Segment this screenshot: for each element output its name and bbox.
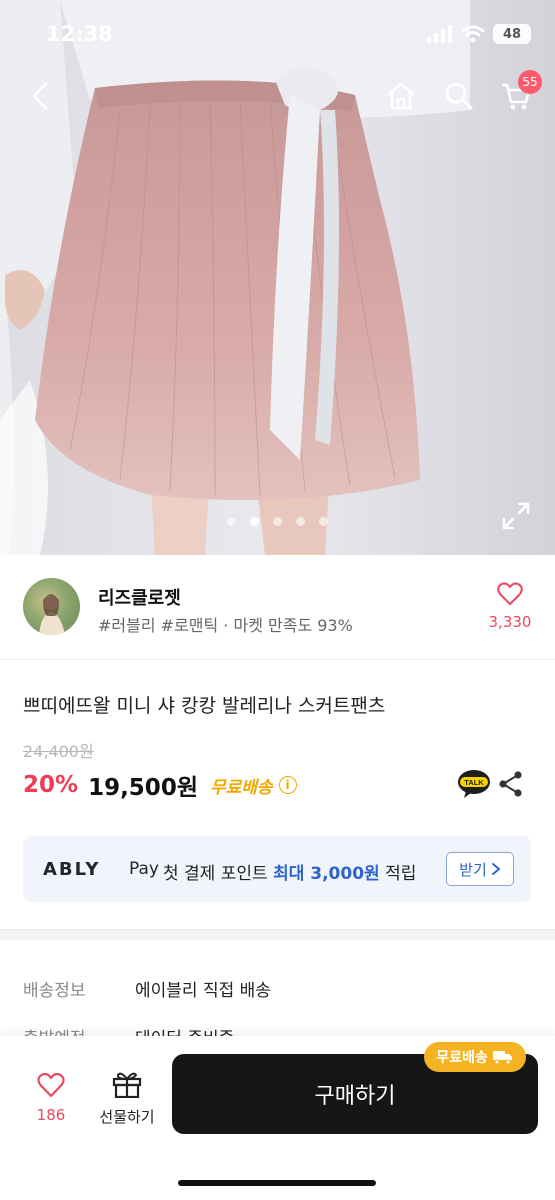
wifi-icon xyxy=(461,25,485,43)
expand-icon xyxy=(502,502,530,530)
expand-image-button[interactable] xyxy=(500,500,532,532)
kakao-talk-button[interactable]: TALK xyxy=(457,769,491,799)
gallery-dot-active[interactable] xyxy=(250,517,259,526)
gallery-pagination xyxy=(0,517,555,526)
ably-logo: ABLY xyxy=(43,859,101,880)
truck-icon xyxy=(492,1051,512,1065)
chevron-left-icon xyxy=(32,82,48,110)
price-row: 20% 19,500원 무료배송 i xyxy=(23,768,297,802)
kakao-talk-icon: TALK xyxy=(458,770,490,798)
home-indicator xyxy=(178,1180,376,1186)
share-icon xyxy=(499,771,522,797)
status-bar: 12:38 48 xyxy=(0,0,555,70)
cart-count-badge: 55 xyxy=(518,70,542,94)
original-price: 24,400원 xyxy=(23,742,94,761)
status-time: 12:38 xyxy=(46,22,113,46)
shipping-info-icon[interactable]: i xyxy=(278,776,297,794)
sale-price: 19,500원 xyxy=(88,775,198,801)
home-button[interactable] xyxy=(379,74,423,118)
gift-icon xyxy=(112,1072,142,1099)
free-shipping-badge-label: 무료배송 xyxy=(436,1050,488,1066)
shipping-info-label: 배송정보 xyxy=(23,981,86,1001)
cellular-signal-icon xyxy=(427,25,452,43)
gift-button[interactable]: 선물하기 xyxy=(92,1070,162,1127)
search-icon xyxy=(445,82,473,110)
top-navigation: 55 xyxy=(0,70,555,122)
back-button[interactable] xyxy=(18,74,62,118)
product-title: 쁘띠에뜨왈 미니 샤 캉캉 발레리나 스커트팬츠 xyxy=(23,695,386,717)
gift-button-label: 선물하기 xyxy=(99,1108,155,1126)
cart-button[interactable]: 55 xyxy=(494,70,542,118)
gallery-dot[interactable] xyxy=(296,517,305,526)
ably-pay-promo-text: 첫 결제 포인트 최대 3,000원 적립 xyxy=(163,859,416,884)
product-like-count: 186 xyxy=(36,1106,66,1124)
share-button[interactable] xyxy=(498,770,524,798)
heart-icon xyxy=(497,582,523,605)
bottom-action-bar: 186 선물하기 구매하기 무료배송 xyxy=(0,1036,555,1200)
product-image-gallery[interactable]: 12:38 48 55 xyxy=(0,0,555,555)
seller-like-button[interactable]: 3,330 xyxy=(484,582,536,631)
promo-highlight: 최대 3,000원 xyxy=(273,864,380,884)
battery-level: 48 xyxy=(493,24,531,44)
status-icons: 48 xyxy=(427,24,531,44)
heart-icon xyxy=(37,1072,65,1098)
gallery-dot[interactable] xyxy=(273,517,282,526)
receive-button[interactable]: 받기 xyxy=(446,852,514,886)
home-icon xyxy=(387,82,415,110)
gallery-dot[interactable] xyxy=(227,517,236,526)
product-like-button[interactable]: 186 xyxy=(26,1072,76,1124)
discount-rate: 20% xyxy=(23,772,79,798)
free-shipping-badge: 무료배송 xyxy=(424,1042,526,1072)
ably-pay-banner[interactable]: ABLY Pay 첫 결제 포인트 최대 3,000원 적립 받기 xyxy=(23,836,531,902)
shipping-info-value: 에이블리 직접 배송 xyxy=(135,981,271,1001)
ably-pay-label: Pay xyxy=(129,859,159,879)
search-button[interactable] xyxy=(437,74,481,118)
seller-section: 리즈클로젯 #러블리 #로맨틱 · 마켓 만족도 93% 3,330 xyxy=(0,556,555,660)
chevron-right-icon xyxy=(491,863,500,875)
seller-like-count: 3,330 xyxy=(488,613,532,631)
kakao-talk-label: TALK xyxy=(464,778,484,787)
seller-name[interactable]: 리즈클로젯 xyxy=(98,584,181,610)
receive-button-label: 받기 xyxy=(459,860,487,879)
seller-tags: #러블리 #로맨틱 · 마켓 만족도 93% xyxy=(98,616,353,635)
promo-text-suffix: 적립 xyxy=(385,864,417,884)
section-divider xyxy=(0,929,555,940)
seller-avatar[interactable] xyxy=(23,578,80,635)
promo-text-prefix: 첫 결제 포인트 xyxy=(163,864,268,884)
free-shipping-label: 무료배송 xyxy=(209,777,273,798)
seller-avatar-image xyxy=(39,594,65,635)
gallery-dot[interactable] xyxy=(319,517,328,526)
